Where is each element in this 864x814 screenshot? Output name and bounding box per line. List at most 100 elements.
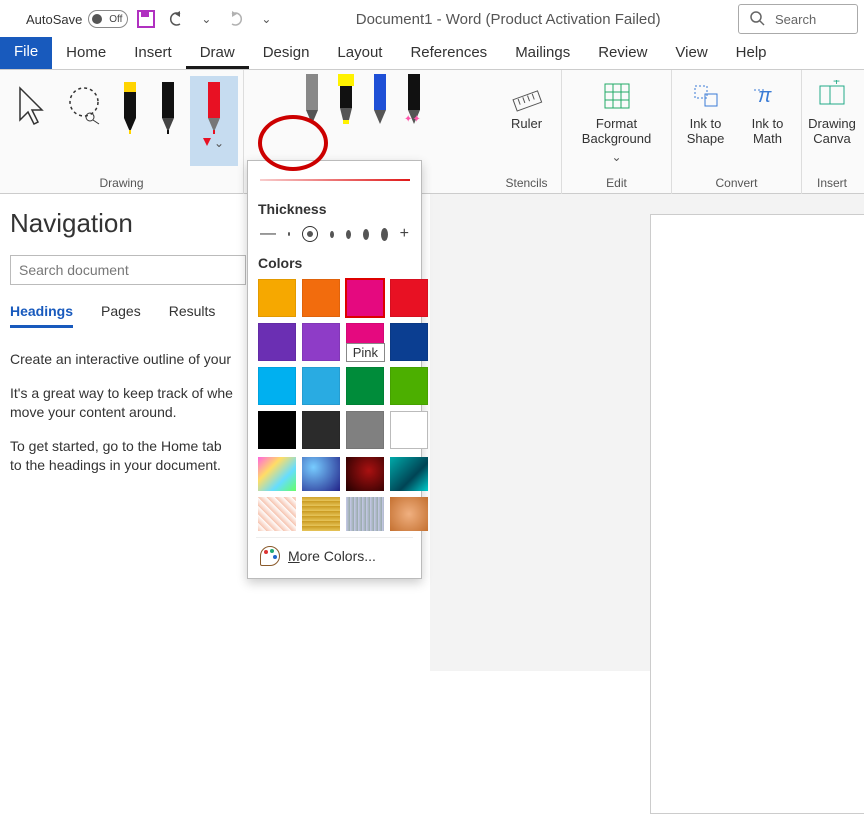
ink-to-shape-label: Ink to Shape <box>678 116 734 146</box>
page[interactable] <box>650 214 864 814</box>
group-insert-label: Insert <box>817 174 847 194</box>
color-swatch-4[interactable] <box>258 323 296 361</box>
pen-sparkle[interactable]: ✦✦ <box>402 74 426 131</box>
color-swatch-14[interactable] <box>346 411 384 449</box>
color-swatch-2[interactable] <box>346 279 384 317</box>
autosave-state: Off <box>109 14 122 25</box>
tab-mailings[interactable]: Mailings <box>501 38 584 69</box>
highlighter-yellow[interactable] <box>334 74 358 131</box>
color-swatch-6[interactable]: Pink <box>346 323 384 361</box>
nav-search-input[interactable]: Search document <box>10 255 246 285</box>
drawing-canvas-label: Drawing Canva <box>804 116 860 146</box>
texture-swatch-4[interactable] <box>258 497 296 531</box>
thickness-dot-6[interactable] <box>381 228 388 241</box>
ruler-label: Ruler <box>511 116 542 131</box>
pen-grey[interactable] <box>300 74 324 131</box>
svg-text:+: + <box>833 80 840 88</box>
more-colors-button[interactable]: More Colors... <box>256 537 413 572</box>
svg-text:π: π <box>758 85 772 107</box>
color-swatch-11[interactable] <box>390 367 428 405</box>
qat-customize[interactable]: ⌄ <box>254 7 278 31</box>
search-box[interactable]: Search <box>738 4 858 34</box>
tab-references[interactable]: References <box>396 38 501 69</box>
tab-layout[interactable]: Layout <box>323 38 396 69</box>
svg-text:✦✦: ✦✦ <box>404 114 421 125</box>
group-convert-label: Convert <box>715 174 757 194</box>
save-icon[interactable] <box>134 7 158 31</box>
ruler-icon <box>511 80 543 112</box>
tab-draw[interactable]: Draw <box>186 38 249 69</box>
nav-search-placeholder: Search document <box>19 262 129 278</box>
texture-swatch-6[interactable] <box>346 497 384 531</box>
lasso-tool[interactable] <box>60 76 108 166</box>
nav-tab-headings[interactable]: Headings <box>10 303 73 328</box>
group-stencils-label: Stencils <box>505 174 547 194</box>
ribbon-tabs: File HomeInsertDrawDesignLayoutReference… <box>0 38 864 70</box>
search-icon <box>749 10 765 29</box>
drawing-canvas-button[interactable]: + Drawing Canva <box>804 76 860 146</box>
color-swatch-3[interactable] <box>390 279 428 317</box>
ruler-button[interactable]: Ruler <box>494 76 560 131</box>
texture-swatch-5[interactable] <box>302 497 340 531</box>
texture-swatch-2[interactable] <box>346 457 384 491</box>
color-swatch-5[interactable] <box>302 323 340 361</box>
tab-home[interactable]: Home <box>52 38 120 69</box>
pen-blue[interactable] <box>368 74 392 131</box>
tab-review[interactable]: Review <box>584 38 661 69</box>
ink-to-math-label: Ink to Math <box>740 116 796 146</box>
color-swatch-0[interactable] <box>258 279 296 317</box>
undo-button[interactable] <box>164 7 188 31</box>
redo-button[interactable] <box>224 7 248 31</box>
drawing-canvas-icon: + <box>816 80 848 112</box>
color-swatch-9[interactable] <box>302 367 340 405</box>
color-tooltip: Pink <box>346 343 385 362</box>
tab-view[interactable]: View <box>661 38 721 69</box>
format-background-chevron[interactable]: ⌄ <box>611 150 621 164</box>
texture-swatch-7[interactable] <box>390 497 428 531</box>
thickness-dot-5[interactable] <box>363 229 369 240</box>
thickness-decrease[interactable]: — <box>260 225 276 243</box>
colors-label: Colors <box>258 255 413 271</box>
pen-black[interactable] <box>152 76 184 166</box>
tab-design[interactable]: Design <box>249 38 324 69</box>
format-background-icon <box>601 80 633 112</box>
window-title: Document1 - Word (Product Activation Fai… <box>284 11 732 28</box>
color-swatch-10[interactable] <box>346 367 384 405</box>
thickness-increase[interactable]: + <box>400 225 409 243</box>
ribbon: ⌄ Drawing ✦✦ Ruler Stencils Format Backg… <box>0 70 864 194</box>
color-swatch-7[interactable] <box>390 323 428 361</box>
autosave-toggle[interactable]: Off <box>88 10 128 28</box>
pen-preview <box>256 171 413 189</box>
color-swatch-12[interactable] <box>258 411 296 449</box>
thickness-dot-3[interactable] <box>330 231 334 238</box>
color-swatch-8[interactable] <box>258 367 296 405</box>
ink-to-math-button[interactable]: π Ink to Math <box>740 76 796 146</box>
tab-insert[interactable]: Insert <box>120 38 186 69</box>
pen-dropdown-chevron[interactable]: ⌄ <box>214 136 224 150</box>
format-background-button[interactable]: Format Background ⌄ <box>570 76 664 164</box>
format-background-label: Format Background <box>570 116 664 146</box>
texture-swatch-0[interactable] <box>258 457 296 491</box>
pen-options-panel: Thickness — + Colors Pink More Colors... <box>247 160 422 579</box>
color-swatch-1[interactable] <box>302 279 340 317</box>
nav-tab-results[interactable]: Results <box>169 303 216 328</box>
tab-file[interactable]: File <box>0 37 52 69</box>
pen-yellow-thin[interactable] <box>114 76 146 166</box>
pen-red-selected[interactable]: ⌄ <box>190 76 238 166</box>
tab-help[interactable]: Help <box>722 38 781 69</box>
group-drawing-label: Drawing <box>99 174 143 194</box>
thickness-dot-4[interactable] <box>346 230 351 239</box>
thickness-label: Thickness <box>258 201 413 217</box>
texture-swatch-3[interactable] <box>390 457 428 491</box>
ink-to-shape-button[interactable]: Ink to Shape <box>678 76 734 146</box>
document-area[interactable] <box>430 194 864 671</box>
palette-icon <box>260 546 280 566</box>
thickness-dot-2-selected[interactable] <box>302 226 318 242</box>
thickness-dot-1[interactable] <box>288 232 290 236</box>
color-swatch-15[interactable] <box>390 411 428 449</box>
undo-dropdown[interactable]: ⌄ <box>194 7 218 31</box>
select-tool[interactable] <box>6 76 54 166</box>
texture-swatch-1[interactable] <box>302 457 340 491</box>
nav-tab-pages[interactable]: Pages <box>101 303 141 328</box>
color-swatch-13[interactable] <box>302 411 340 449</box>
